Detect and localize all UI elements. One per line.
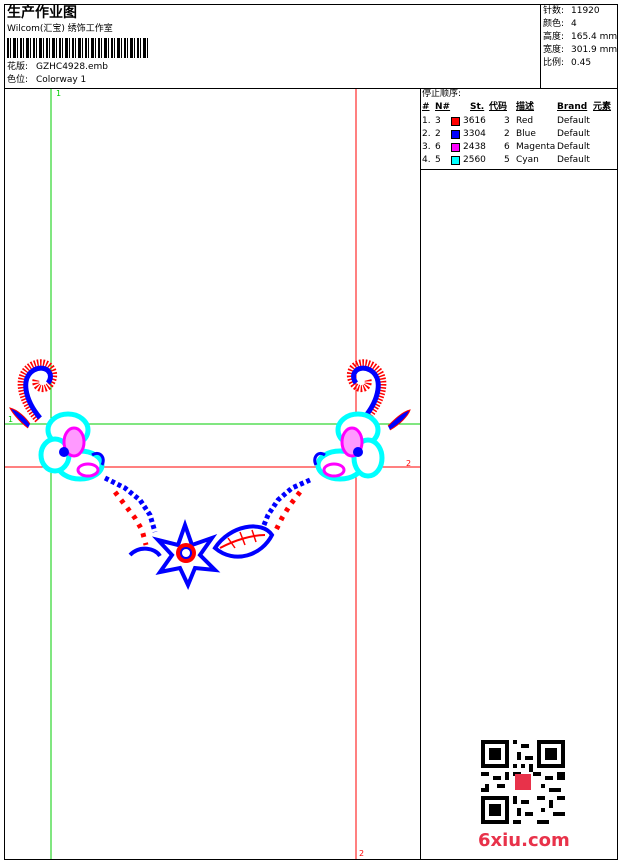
colorway-value: Colorway 1 xyxy=(36,75,87,85)
row-needle: 6 xyxy=(435,142,441,152)
stop-sequence-title: 停止顺序: xyxy=(422,89,462,99)
col-header-desc: 描述 xyxy=(516,102,535,112)
row-desc: Red xyxy=(516,116,534,126)
row-index: 2. xyxy=(422,129,431,139)
col-header-element: 元素 xyxy=(593,102,612,112)
design-label: 花版: xyxy=(7,62,29,72)
row-stitches: 3616 xyxy=(463,116,486,126)
stat-value: 4 xyxy=(571,19,577,29)
stat-value: 301.9 mm xyxy=(571,45,618,55)
color-swatch xyxy=(451,130,460,139)
subtitle: Wilcom(汇宝) 绣饰工作室 xyxy=(7,24,113,34)
row-needle: 2 xyxy=(435,129,441,139)
color-swatch xyxy=(451,117,460,126)
stat-value: 0.45 xyxy=(571,58,592,68)
row-stitches: 2438 xyxy=(463,142,486,152)
col-header-needle: N# xyxy=(435,102,451,112)
color-swatch xyxy=(451,156,460,165)
col-header-brand: Brand xyxy=(557,102,588,112)
page-title: 生产作业图 xyxy=(7,5,77,21)
row-brand: Default xyxy=(557,116,590,126)
stat-label: 比例: xyxy=(543,58,565,68)
row-brand: Default xyxy=(557,155,590,165)
row-stitches: 2560 xyxy=(463,155,486,165)
row-code: 2 xyxy=(504,129,510,139)
color-swatch xyxy=(451,143,460,152)
row-code: 5 xyxy=(504,155,510,165)
row-code: 6 xyxy=(504,142,510,152)
row-index: 1. xyxy=(422,116,431,126)
row-stitches: 3304 xyxy=(463,129,486,139)
col-header-stitches: St. xyxy=(470,102,485,112)
colorway-label: 色位: xyxy=(7,75,29,85)
row-brand: Default xyxy=(557,129,590,139)
watermark-logo[interactable]: 6xiu.com xyxy=(478,830,570,851)
row-index: 4. xyxy=(422,155,431,165)
row-desc: Blue xyxy=(516,129,536,139)
stat-value: 11920 xyxy=(571,6,600,16)
row-needle: 5 xyxy=(435,155,441,165)
row-index: 3. xyxy=(422,142,431,152)
col-header-code: 代码 xyxy=(489,102,508,112)
qr-code xyxy=(481,740,565,824)
col-header-index: # xyxy=(422,102,430,112)
stat-label: 颜色: xyxy=(543,19,565,29)
stat-label: 针数: xyxy=(543,6,565,16)
row-brand: Default xyxy=(557,142,590,152)
row-code: 3 xyxy=(504,116,510,126)
stat-value: 165.4 mm xyxy=(571,32,618,42)
row-desc: Cyan xyxy=(516,155,539,165)
stat-label: 高度: xyxy=(543,32,565,42)
stat-label: 宽度: xyxy=(543,45,565,55)
design-area xyxy=(4,88,421,860)
row-needle: 3 xyxy=(435,116,441,126)
row-desc: Magenta xyxy=(516,142,556,152)
barcode xyxy=(7,38,150,58)
design-value: GZHC4928.emb xyxy=(36,62,108,72)
